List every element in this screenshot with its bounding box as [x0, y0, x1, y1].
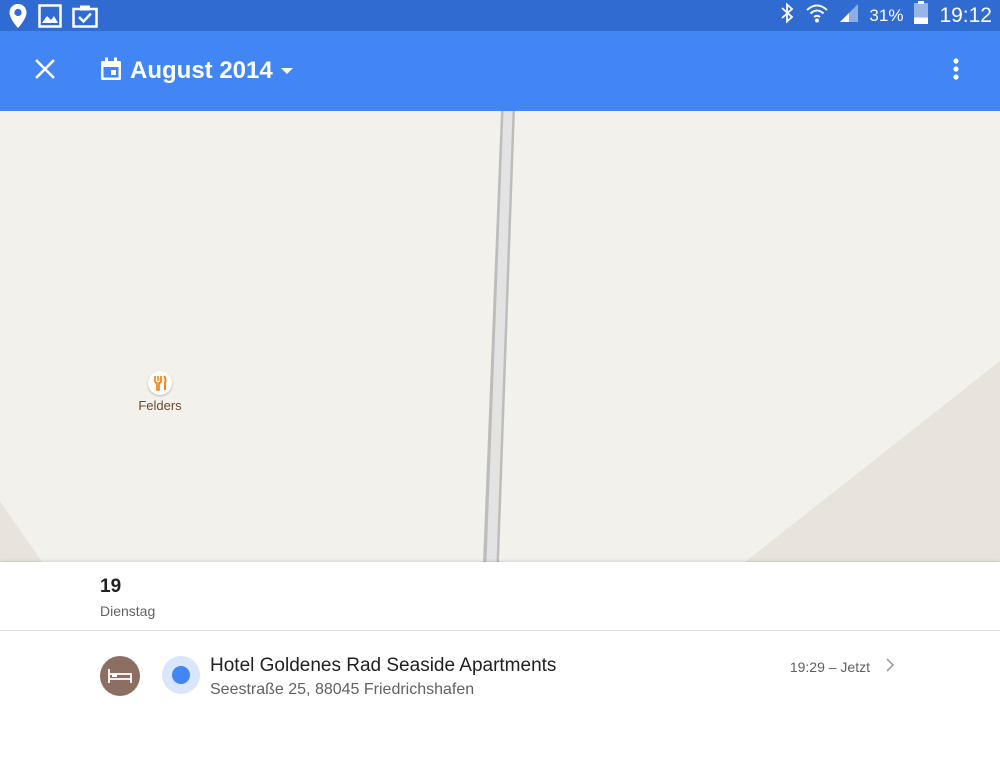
- bluetooth-icon: [779, 2, 795, 29]
- status-bar: 31% 19:12: [0, 0, 1000, 31]
- timeline-dot: [172, 666, 190, 684]
- close-button[interactable]: [22, 48, 68, 94]
- location-pin-icon: [8, 3, 28, 34]
- status-bar-system: 31% 19:12: [779, 0, 992, 31]
- poi-restaurant-felders[interactable]: Felders: [128, 371, 192, 413]
- month-title: August 2014: [130, 57, 273, 84]
- calendar-icon: [100, 57, 122, 86]
- battery-percent: 31%: [869, 5, 904, 25]
- wifi-icon: [805, 2, 829, 29]
- map-view[interactable]: Felders: [0, 111, 1000, 562]
- signal-icon: [839, 3, 859, 28]
- hotel-bed-icon: [100, 656, 140, 696]
- day-weekday: Dienstag: [100, 603, 156, 619]
- timeline-item[interactable]: Hotel Goldenes Rad Seaside Apartments Se…: [0, 631, 1000, 721]
- battery-icon: [913, 1, 929, 30]
- status-bar-notifications: [8, 3, 98, 34]
- gallery-icon: [38, 4, 62, 33]
- day-number: 19: [100, 576, 122, 597]
- chevron-right-icon: [886, 658, 895, 677]
- map-background: [0, 111, 1000, 562]
- timeline-marker: [162, 656, 200, 694]
- dropdown-arrow-icon: [280, 62, 293, 80]
- clipboard-check-icon: [72, 4, 98, 33]
- close-icon: [35, 58, 55, 84]
- month-selector[interactable]: August 2014: [100, 51, 293, 91]
- place-address: Seestraße 25, 88045 Friedrichshafen: [210, 681, 475, 698]
- poi-label: Felders: [138, 398, 182, 413]
- more-vert-icon: [953, 57, 959, 85]
- place-time: 19:29 – Jetzt: [789, 659, 870, 675]
- restaurant-icon: [148, 371, 172, 395]
- app-bar: August 2014: [0, 31, 1000, 111]
- more-options-button[interactable]: [936, 51, 976, 91]
- place-name: Hotel Goldenes Rad Seaside Apartments: [210, 655, 557, 676]
- timeline-panel: 19 Dienstag Hotel Goldenes Rad Seaside A…: [0, 562, 1000, 768]
- status-bar-time: 19:12: [939, 3, 992, 27]
